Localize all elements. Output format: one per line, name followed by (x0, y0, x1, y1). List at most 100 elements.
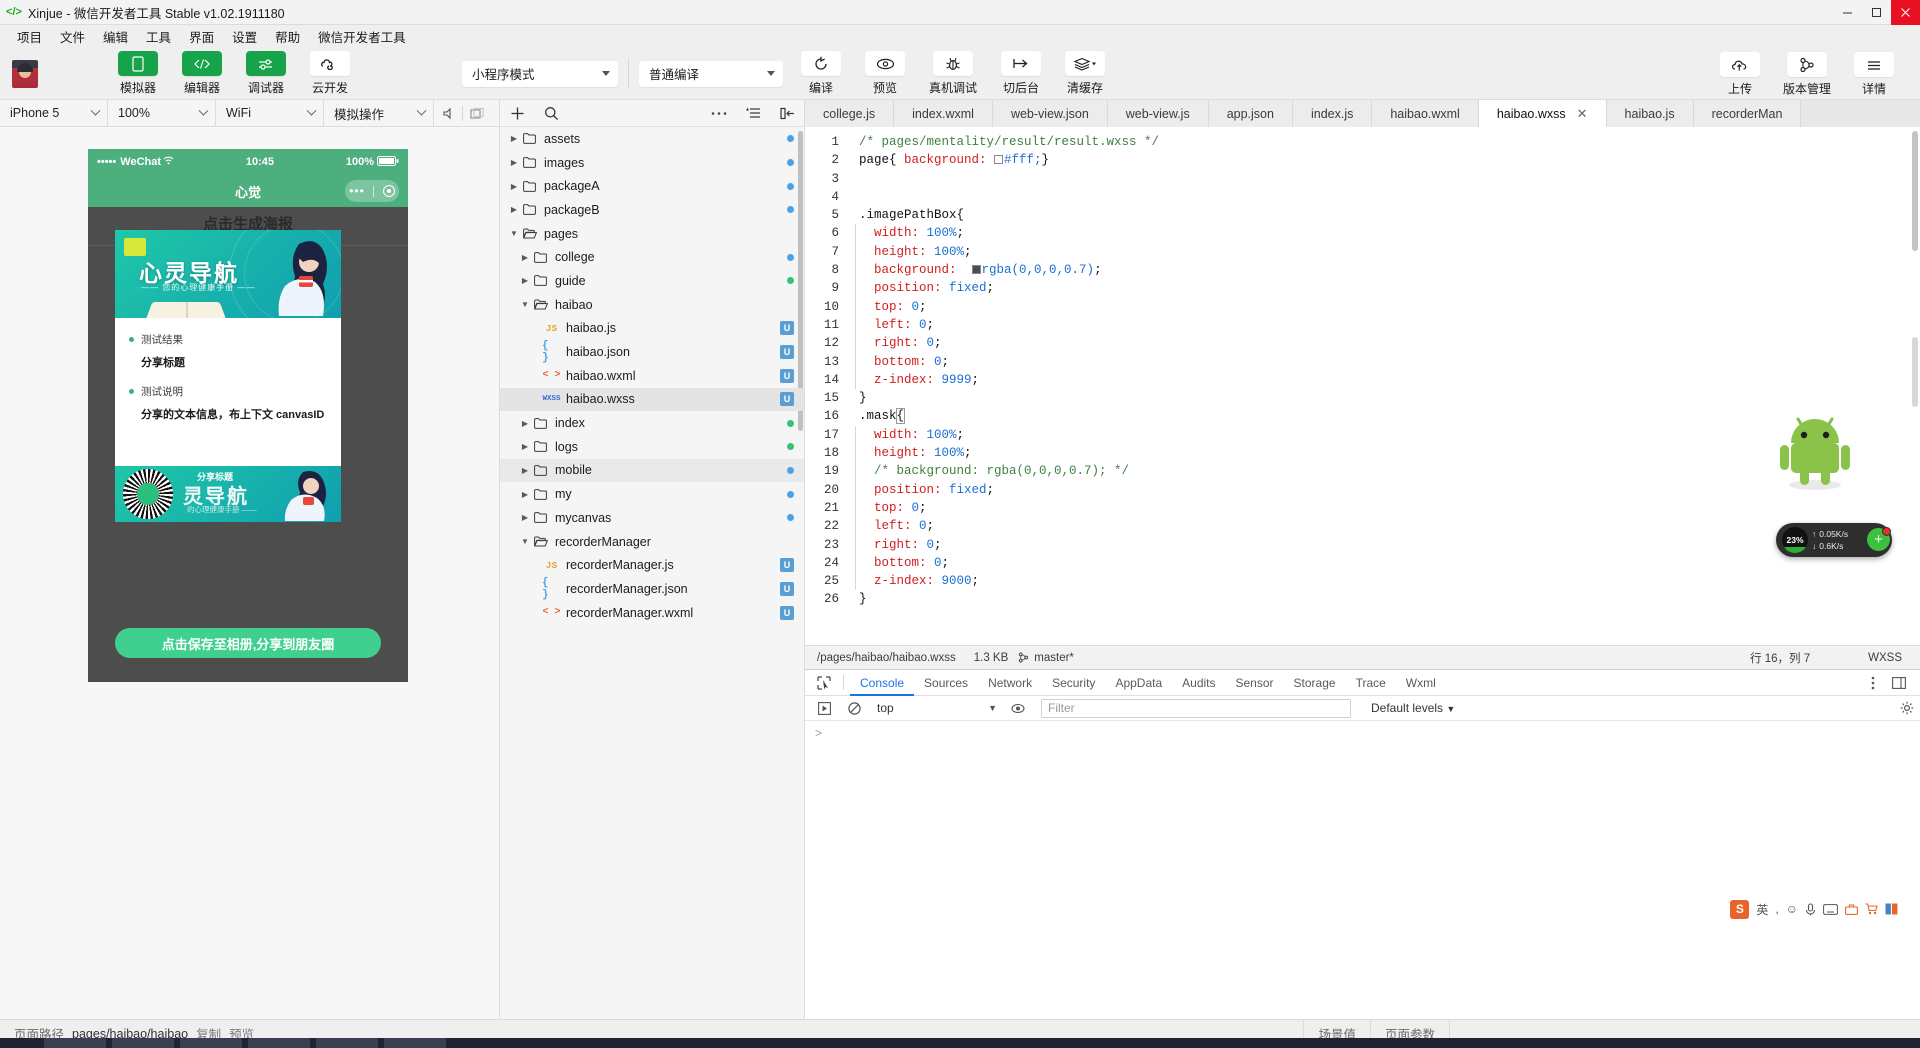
color-swatch[interactable] (971, 265, 981, 275)
toolbar-button-details[interactable]: 详情 (1848, 52, 1900, 97)
editor-tab[interactable]: app.json (1208, 100, 1293, 127)
file-tree-item[interactable]: < > recorderManager.wxml U (500, 601, 804, 625)
file-tree-item[interactable]: < > haibao.wxml U (500, 364, 804, 388)
file-tree-item[interactable]: ▶ images (500, 151, 804, 175)
wechat-capsule[interactable]: ••• (345, 180, 399, 202)
punctuation-icon[interactable]: , (1775, 902, 1778, 916)
compile-select[interactable]: 普通编译 (639, 60, 783, 87)
devtools-tab[interactable]: Storage (1284, 670, 1346, 696)
toolbar-button-clear-cache[interactable]: 清缓存 (1059, 51, 1111, 96)
collapse-icon[interactable] (770, 100, 804, 127)
file-tree-item[interactable]: ▶ college (500, 245, 804, 269)
devtools-tab[interactable]: Security (1042, 670, 1105, 696)
panel-icon[interactable] (1885, 903, 1898, 915)
chevron-right-icon[interactable]: ▶ (519, 513, 531, 522)
menu-item-devtools[interactable]: 微信开发者工具 (309, 25, 415, 48)
code-content[interactable]: /* pages/mentality/result/result.wxss */… (847, 127, 1920, 645)
toolbar-button-debugger[interactable]: 调试器 (240, 51, 292, 96)
devtools-tab[interactable]: Sources (914, 670, 978, 696)
code-scrollbar-minimap[interactable] (1912, 337, 1918, 407)
editor-tab[interactable]: college.js (805, 100, 895, 127)
toolbar-button-compile[interactable]: 编译 (795, 51, 847, 96)
chevron-right-icon[interactable]: ▶ (508, 205, 520, 214)
search-icon[interactable] (534, 100, 568, 127)
editor-tab[interactable]: web-view.json (992, 100, 1108, 127)
menu-item-help[interactable]: 帮助 (266, 25, 309, 48)
devtools-tab[interactable]: Trace (1346, 670, 1396, 696)
chevron-right-icon[interactable]: ▶ (508, 182, 520, 191)
devtools-tab[interactable]: Wxml (1396, 670, 1446, 696)
file-tree-item[interactable]: { } recorderManager.json U (500, 577, 804, 601)
menu-item-file[interactable]: 文件 (51, 25, 94, 48)
file-tree-item[interactable]: ▶ assets (500, 127, 804, 151)
file-tree-item[interactable]: ▶ logs (500, 435, 804, 459)
toolbar-button-simulator[interactable]: 模拟器 (112, 51, 164, 96)
file-tree-item[interactable]: ▶ index (500, 411, 804, 435)
gear-icon[interactable] (1894, 695, 1920, 721)
toolbar-button-background[interactable]: 切后台 (995, 51, 1047, 96)
maximize-button[interactable] (1862, 0, 1891, 25)
chevron-right-icon[interactable]: ▶ (519, 419, 531, 428)
menu-item-settings[interactable]: 设置 (223, 25, 266, 48)
file-tree-item[interactable]: JS recorderManager.js U (500, 553, 804, 577)
smiley-icon[interactable]: ☺ (1786, 902, 1798, 916)
file-tree-list[interactable]: ▶ assets ▶ images ▶ packageA ▶ packageB ▼ pages ▶ c… (500, 127, 804, 1019)
devtools-tab[interactable]: Console (850, 670, 914, 696)
chevron-down-icon[interactable]: ▼ (519, 537, 531, 546)
editor-tab[interactable]: web-view.js (1107, 100, 1209, 127)
toolbar-button-preview[interactable]: 预览 (859, 51, 911, 96)
file-tree-item[interactable]: ▶ packageA (500, 174, 804, 198)
console-filter-input[interactable]: Filter (1041, 698, 1351, 718)
sogou-logo-icon[interactable]: S (1730, 899, 1750, 919)
devtools-tab[interactable]: Network (978, 670, 1042, 696)
chevron-right-icon[interactable]: ▶ (508, 134, 520, 143)
file-tree-item[interactable]: JS haibao.js U (500, 317, 804, 341)
file-tree-item[interactable]: ▼ haibao (500, 293, 804, 317)
cart-icon[interactable] (1865, 903, 1878, 915)
ime-mode-label[interactable]: 英 (1756, 901, 1768, 918)
devtools-tab[interactable]: Audits (1172, 670, 1225, 696)
chevron-right-icon[interactable]: ▶ (519, 490, 531, 499)
console-context-select[interactable]: top ▼ (871, 699, 1001, 718)
chevron-right-icon[interactable]: ▶ (519, 253, 531, 262)
editor-tab[interactable]: haibao.js (1606, 100, 1694, 127)
ime-toolbar[interactable]: S 英 , ☺ (1724, 895, 1904, 923)
code-editor[interactable]: 1 2 3 4 5 6 7 8 9 10 11 12 13 14 15 16 17 18 19 20 21 22 23 24 2… (805, 127, 1920, 645)
chevron-right-icon[interactable]: ▶ (519, 276, 531, 285)
devtools-tab[interactable]: AppData (1105, 670, 1172, 696)
file-tree-item[interactable]: ▼ recorderManager (500, 530, 804, 554)
file-tree-item[interactable]: WXSS haibao.wxss U (500, 387, 804, 412)
menu-item-edit[interactable]: 编辑 (94, 25, 137, 48)
more-icon[interactable] (702, 100, 736, 127)
clear-console-icon[interactable] (841, 695, 867, 721)
toolbar-button-version-control[interactable]: 版本管理 (1778, 52, 1836, 97)
close-tab-icon[interactable]: ✕ (1577, 106, 1588, 122)
file-tree-item[interactable]: ▶ guide (500, 269, 804, 293)
editor-tab[interactable]: index.wxml (894, 100, 993, 127)
toolbar-button-upload[interactable]: 上传 (1714, 52, 1766, 97)
chevron-right-icon[interactable]: ▶ (519, 442, 531, 451)
chevron-right-icon[interactable]: ▶ (508, 158, 520, 167)
editor-tab[interactable]: haibao.wxss ✕ (1478, 100, 1607, 127)
toolbar-button-cloud-dev[interactable]: 云开发 (304, 51, 356, 96)
file-tree-item[interactable]: { } haibao.json U (500, 340, 804, 364)
inspect-cursor-icon[interactable] (811, 670, 837, 696)
menu-item-tools[interactable]: 工具 (137, 25, 180, 48)
simulate-action-select[interactable]: 模拟操作 (324, 99, 434, 127)
eye-icon[interactable] (1005, 695, 1031, 721)
minimize-button[interactable] (1833, 0, 1862, 25)
dock-icon[interactable] (1886, 670, 1912, 696)
mode-select[interactable]: 小程序模式 (462, 60, 618, 87)
keyboard-icon[interactable] (1823, 903, 1838, 915)
editor-tab[interactable]: recorderMan (1693, 100, 1802, 127)
zoom-select[interactable]: 100% (108, 99, 216, 127)
execute-icon[interactable] (811, 695, 837, 721)
rotate-screen-icon[interactable] (463, 100, 491, 127)
editor-tab-bar[interactable]: college.js index.wxml web-view.json web-vie… (805, 100, 1920, 127)
close-button[interactable] (1891, 0, 1920, 25)
volume-icon[interactable] (434, 100, 462, 127)
network-speed-widget[interactable]: 23% ↑ 0.05K/s ↓ 0.6K/s + (1776, 523, 1892, 557)
mic-icon[interactable] (1805, 902, 1816, 916)
editor-branch[interactable]: master* (1018, 652, 1074, 664)
editor-tab[interactable]: index.js (1292, 100, 1373, 127)
